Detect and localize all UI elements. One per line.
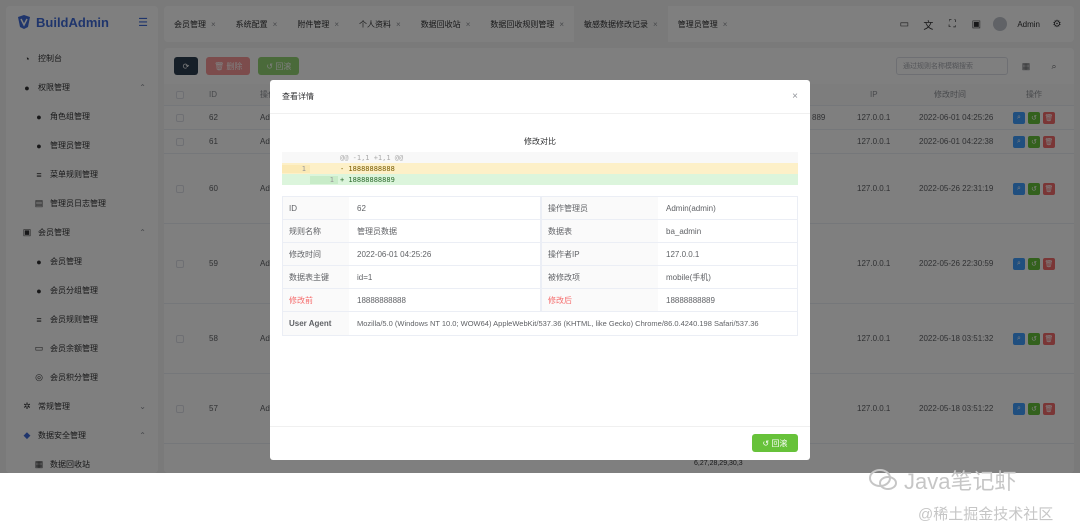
detail-row: 修改前 18888888888 修改后 18888888889 — [283, 289, 797, 312]
label-before: 修改前 — [283, 289, 349, 311]
value-ip: 127.0.0.1 — [666, 249, 700, 259]
detail-row: 数据表主键 id=1 被修改项 mobile(手机) — [283, 266, 797, 289]
label-id: ID — [283, 197, 349, 219]
value-changed-field: mobile(手机) — [666, 272, 711, 282]
label-table: 数据表 — [541, 220, 658, 242]
restore-icon: ↺ — [762, 438, 770, 448]
detail-row: User Agent Mozilla/5.0 (Windows NT 10.0;… — [283, 312, 797, 335]
value-operator: Admin(admin) — [666, 203, 716, 213]
value-pk: id=1 — [349, 266, 541, 288]
label-pk: 数据表主键 — [283, 266, 349, 288]
detail-table: ID 62 操作管理员 Admin(admin) 规则名称 管理员数据 数据表 … — [282, 196, 798, 336]
diff-added-text: + 18888888889 — [340, 175, 395, 184]
diff-title: 修改对比 — [524, 137, 556, 146]
value-table: ba_admin — [666, 226, 702, 236]
detail-row: 修改时间 2022-06-01 04:25:26 操作者IP 127.0.0.1 — [283, 243, 797, 266]
diff-removed-line: 1 - 18888888888 — [282, 163, 798, 174]
label-user-agent: User Agent — [283, 312, 349, 335]
dialog-restore-label: 回滚 — [771, 438, 788, 448]
value-before: 18888888888 — [349, 289, 541, 311]
diff-removed-text: - 18888888888 — [340, 164, 395, 173]
app-window: BuildAdmin ☰ ◔ 控制台 ● 权限管理 ⌃ ● 角色组管理 ● 管理… — [0, 0, 1080, 473]
value-rule: 管理员数据 — [349, 220, 541, 242]
dialog-footer: ↺ 回滚 — [270, 426, 810, 460]
dialog-title: 查看详情 — [282, 92, 314, 101]
diff-added-line: 1 + 18888888889 — [282, 174, 798, 185]
label-ip: 操作者IP — [541, 243, 658, 265]
value-time: 2022-06-01 04:25:26 — [349, 243, 541, 265]
label-after: 修改后 — [541, 289, 658, 311]
label-rule: 规则名称 — [283, 220, 349, 242]
watermark-text: Java笔记虾 — [904, 469, 1017, 494]
line-number: 1 — [310, 175, 338, 184]
wechat-icon — [869, 469, 897, 490]
detail-row: 规则名称 管理员数据 数据表 ba_admin — [283, 220, 797, 243]
value-id: 62 — [349, 197, 541, 219]
detail-dialog: 查看详情 × 修改对比 @@ -1,1 +1,1 @@ 1 - 18888888… — [270, 80, 810, 460]
value-user-agent: Mozilla/5.0 (Windows NT 10.0; WOW64) App… — [357, 319, 759, 328]
watermark-juejin: @稀土掘金技术社区 — [918, 506, 1054, 523]
watermark-wechat: Java笔记虾 — [868, 464, 1016, 496]
detail-row: ID 62 操作管理员 Admin(admin) — [283, 197, 797, 220]
dialog-header: 查看详情 × — [270, 80, 810, 114]
label-operator: 操作管理员 — [541, 197, 658, 219]
label-changed-field: 被修改项 — [541, 266, 658, 288]
label-time: 修改时间 — [283, 243, 349, 265]
line-number: 1 — [282, 164, 310, 173]
value-after: 18888888889 — [666, 295, 715, 305]
diff-hunk-line: @@ -1,1 +1,1 @@ — [282, 152, 798, 163]
diff-hunk: @@ -1,1 +1,1 @@ — [340, 153, 404, 162]
diff-viewer: @@ -1,1 +1,1 @@ 1 - 18888888888 1 + 1888… — [282, 152, 798, 185]
close-icon[interactable]: × — [792, 91, 798, 102]
dialog-restore-button[interactable]: ↺ 回滚 — [752, 434, 798, 452]
